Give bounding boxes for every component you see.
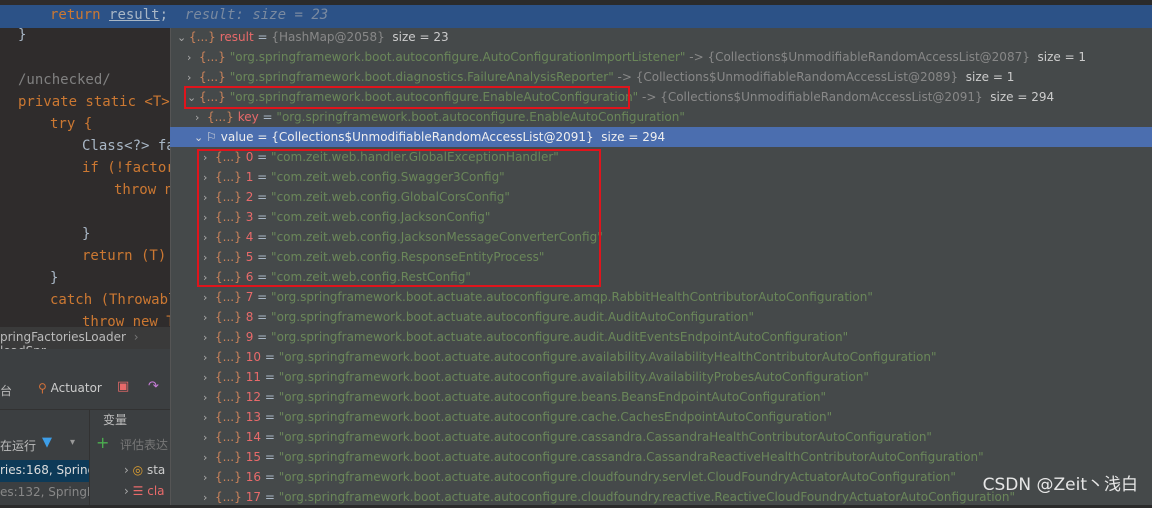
chevron-right-icon: › bbox=[203, 391, 208, 404]
code-line: private static <T> bbox=[18, 94, 170, 110]
debug-toolwindow: 台 ⚲ Actuator ▣ ↷ 变量 在运行 ▼ ▾ + 评估表达 ries:… bbox=[0, 349, 170, 505]
static-icon: ◎ bbox=[132, 463, 144, 477]
chevron-right-icon: › bbox=[203, 371, 208, 384]
flag-icon: ⚐ bbox=[206, 130, 217, 144]
chevron-right-icon: › bbox=[203, 491, 208, 504]
chevron-right-icon: › bbox=[195, 111, 200, 124]
object-icon: {...} bbox=[215, 330, 242, 344]
object-icon: {...} bbox=[215, 290, 242, 304]
tree-row-key[interactable]: › {...} key = "org.springframework.boot.au… bbox=[195, 107, 685, 127]
add-watch-icon[interactable]: + bbox=[96, 433, 109, 452]
chevron-right-icon: › bbox=[203, 291, 208, 304]
object-icon: {...} bbox=[215, 350, 242, 364]
list-item[interactable]: › {...} 15 = "org.springframework.boot.act… bbox=[203, 447, 984, 467]
variable-item[interactable]: › ◎ sta bbox=[124, 463, 165, 477]
chevron-right-icon: › bbox=[203, 411, 208, 424]
highlight-box-items bbox=[197, 149, 601, 287]
chevron-down-icon: ⌄ bbox=[194, 131, 204, 144]
list-item[interactable]: › {...} 8 = "org.springframework.boot.actu… bbox=[203, 307, 754, 327]
object-icon: {...} bbox=[215, 490, 242, 504]
chevron-right-icon: › bbox=[203, 351, 208, 364]
frames-icon[interactable]: ▣ bbox=[117, 379, 129, 394]
inline-hint: result: size = 23 bbox=[184, 7, 329, 23]
variable-item[interactable]: › ☰ cla bbox=[124, 484, 165, 498]
frame-item[interactable]: ries:168, Spring bbox=[0, 460, 89, 482]
current-line: return result; result: size = 23 bbox=[50, 7, 329, 23]
tab-console[interactable]: 台 bbox=[0, 382, 12, 399]
chevron-right-icon: › bbox=[187, 51, 192, 64]
code-line: } bbox=[50, 270, 59, 286]
dropdown-icon[interactable]: ▾ bbox=[70, 437, 75, 448]
object-icon: {...} bbox=[215, 470, 242, 484]
chevron-right-icon: › bbox=[203, 331, 208, 344]
chevron-right-icon: › bbox=[203, 311, 208, 324]
variable-inspect-popup[interactable]: ⌄ {...} result = {HashMap@2058} size = 23 … bbox=[170, 28, 1152, 505]
object-icon: {...} bbox=[189, 30, 216, 44]
tab-actuator[interactable]: ⚲ Actuator bbox=[38, 381, 102, 395]
chevron-right-icon: › bbox=[203, 431, 208, 444]
code-line: Class<?> fa bbox=[82, 138, 175, 154]
chevron-right-icon: › bbox=[203, 471, 208, 484]
list-item[interactable]: › {...} 7 = "org.springframework.boot.actu… bbox=[203, 287, 873, 307]
frame-item[interactable]: es:132, SpringF bbox=[0, 482, 89, 504]
code-line: throw n bbox=[114, 182, 174, 198]
tree-row-entry[interactable]: › {...} "org.springframework.boot.autoconf… bbox=[187, 47, 1086, 67]
object-icon: {...} bbox=[215, 450, 242, 464]
chevron-right-icon: › bbox=[203, 451, 208, 464]
class-icon: ☰ bbox=[132, 484, 144, 498]
chevron-down-icon: ⌄ bbox=[177, 31, 187, 44]
code-line: catch (Throwabl bbox=[50, 292, 177, 308]
code-line: return (T) bbox=[82, 248, 167, 264]
list-item[interactable]: › {...} 9 = "org.springframework.boot.actu… bbox=[203, 327, 848, 347]
breadcrumb: pringFactoriesLoader › loadSpr bbox=[0, 327, 170, 358]
object-icon: {...} bbox=[199, 70, 226, 84]
chevron-right-icon: › bbox=[187, 71, 192, 84]
filter-icon[interactable]: ▼ bbox=[42, 435, 52, 450]
watermark: CSDN @Zeit丶浅白 bbox=[982, 475, 1138, 495]
variables-header: 变量 bbox=[103, 413, 128, 427]
tree-root-result[interactable]: ⌄ {...} result = {HashMap@2058} size = 23 bbox=[177, 27, 449, 47]
result-var[interactable]: result bbox=[109, 7, 160, 23]
actuator-icon: ⚲ bbox=[38, 381, 47, 395]
list-item[interactable]: › {...} 16 = "org.springframework.boot.act… bbox=[203, 467, 956, 487]
code-line: } bbox=[82, 226, 91, 242]
object-icon: {...} bbox=[215, 370, 242, 384]
list-item[interactable]: › {...} 17 = "org.springframework.boot.act… bbox=[203, 487, 1015, 507]
list-item[interactable]: › {...} 14 = "org.springframework.boot.act… bbox=[203, 427, 932, 447]
highlight-box-entry bbox=[184, 86, 630, 109]
list-item[interactable]: › {...} 13 = "org.springframework.boot.act… bbox=[203, 407, 832, 427]
list-item[interactable]: › {...} 11 = "org.springframework.boot.act… bbox=[203, 367, 869, 387]
code-line: try { bbox=[50, 116, 93, 132]
code-line: /unchecked/ bbox=[18, 72, 111, 88]
step-over-icon[interactable]: ↷ bbox=[148, 379, 159, 394]
object-icon: {...} bbox=[215, 390, 242, 404]
object-icon: {...} bbox=[207, 110, 234, 124]
list-item[interactable]: › {...} 10 = "org.springframework.boot.act… bbox=[203, 347, 936, 367]
tree-row-value[interactable]: ⌄ ⚐ value = {Collections$UnmodifiableRando… bbox=[170, 127, 1152, 147]
breadcrumb-class[interactable]: pringFactoriesLoader bbox=[0, 330, 126, 344]
object-icon: {...} bbox=[215, 310, 242, 324]
object-icon: {...} bbox=[199, 50, 226, 64]
evaluate-input[interactable]: 评估表达 bbox=[120, 436, 168, 453]
list-item[interactable]: › {...} 12 = "org.springframework.boot.act… bbox=[203, 387, 826, 407]
code-line: if (!factor bbox=[82, 160, 175, 176]
object-icon: {...} bbox=[215, 430, 242, 444]
object-icon: {...} bbox=[215, 410, 242, 424]
code-line: } bbox=[18, 27, 27, 43]
thread-selector[interactable]: 在运行 bbox=[0, 437, 36, 454]
tree-row-entry[interactable]: › {...} "org.springframework.boot.diagnost… bbox=[187, 67, 1014, 87]
